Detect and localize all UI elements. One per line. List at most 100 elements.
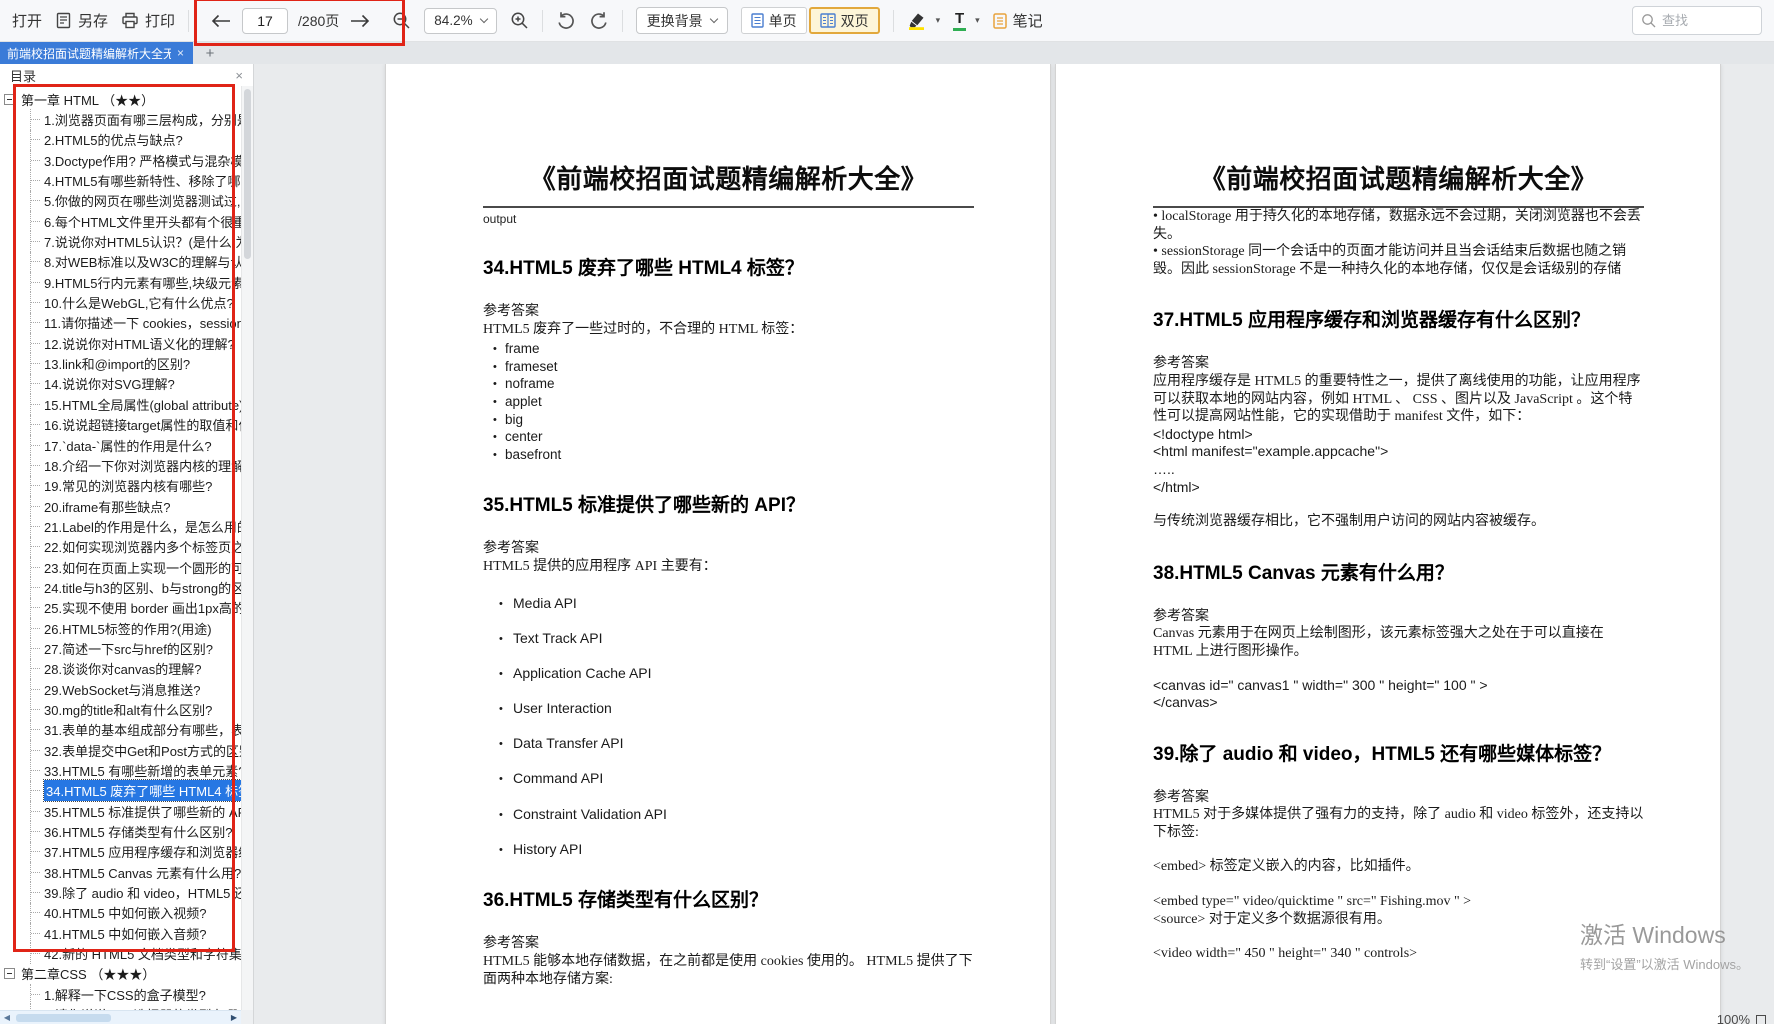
toc-item[interactable]: 26.HTML5标签的作用?(用途): [30, 618, 241, 638]
toc-item[interactable]: 25.实现不使用 border 画出1px高的线: [30, 598, 241, 618]
toc-item[interactable]: 38.HTML5 Canvas 元素有什么用?: [30, 862, 241, 882]
change-background-dropdown[interactable]: 更换背景: [636, 7, 728, 34]
toc-item[interactable]: 3.Doctype作用? 严格模式与混杂模式: [30, 150, 241, 170]
toc-label: 6.每个HTML文件里开头都有个很重要: [44, 212, 241, 231]
open-button[interactable]: 打开: [12, 10, 42, 31]
toc-item[interactable]: 32.表单提交中Get和Post方式的区别?: [30, 740, 241, 760]
notes-button[interactable]: 笔记: [993, 10, 1043, 31]
toc-item[interactable]: 42.新的 HTML5 文档类型和字符集是: [30, 943, 241, 963]
scroll-left-icon[interactable]: ◀: [0, 1013, 14, 1022]
toc-label: 39.除了 audio 和 video，HTML5 还: [44, 883, 241, 902]
toc-item[interactable]: 39.除了 audio 和 video，HTML5 还: [30, 882, 241, 902]
toc-item[interactable]: 31.表单的基本组成部分有哪些，表单的: [30, 720, 241, 740]
toc-label: 11.请你描述一下 cookies，sessionS: [44, 313, 241, 332]
toc-label: 36.HTML5 存储类型有什么区别?: [44, 822, 233, 841]
toc-item[interactable]: 7.说说你对HTML5认识？(是什么,为什: [30, 231, 241, 251]
dropdown-arrow-icon[interactable]: ▾: [975, 15, 980, 26]
toc-item[interactable]: 21.Label的作用是什么，是怎么用的?: [30, 516, 241, 536]
toc-item[interactable]: 23.如何在页面上实现一个圆形的可点: [30, 557, 241, 577]
toc-item[interactable]: 5.你做的网页在哪些浏览器测试过,这些: [30, 191, 241, 211]
toc-item[interactable]: 13.link和@import的区别?: [30, 353, 241, 373]
toc-item[interactable]: 1.解释一下CSS的盒子模型?: [30, 984, 241, 1004]
toc-item[interactable]: 9.HTML5行内元素有哪些,块级元素有哪: [30, 272, 241, 292]
toc-item[interactable]: 17.`data-`属性的作用是什么?: [30, 435, 241, 455]
code-line: …..: [1153, 461, 1644, 479]
search-box[interactable]: [1632, 6, 1762, 35]
toc-chapter[interactable]: 第二章CSS （★★★）: [0, 964, 241, 984]
save-as-button[interactable]: 另存: [55, 10, 108, 31]
toc-item[interactable]: 30.mg的title和alt有什么区别?: [30, 699, 241, 719]
collapse-toggle-icon[interactable]: [4, 968, 15, 979]
dropdown-arrow-icon[interactable]: ▾: [936, 15, 941, 26]
chevron-down-icon: [479, 14, 487, 22]
toc-item[interactable]: 4.HTML5有哪些新特性、移除了哪些元: [30, 170, 241, 190]
toc-item[interactable]: 22.如何实现浏览器内多个标签页之间的: [30, 537, 241, 557]
toc-horizontal-scrollbar[interactable]: ◀ ▶: [0, 1010, 241, 1024]
double-page-button[interactable]: 双页: [809, 7, 880, 34]
toc-item[interactable]: 14.说说你对SVG理解?: [30, 374, 241, 394]
collapse-toggle-icon[interactable]: [4, 94, 15, 105]
toc-close-icon[interactable]: ×: [235, 68, 243, 83]
toc-chapter[interactable]: 第一章 HTML （★★）: [0, 89, 241, 109]
toc-item[interactable]: 35.HTML5 标准提供了哪些新的 API?: [30, 801, 241, 821]
toc-item[interactable]: 16.说说超链接target属性的取值和作用: [30, 415, 241, 435]
toc-item[interactable]: 33.HTML5 有哪些新增的表单元素?: [30, 760, 241, 780]
toc-label: 18.介绍一下你对浏览器内核的理解?: [44, 456, 241, 475]
paragraph: 与传统浏览器缓存相比，它不强制用户访问的网站内容被缓存。: [1153, 513, 1644, 531]
toc-item[interactable]: 8.对WEB标准以及W3C的理解与认识?: [30, 252, 241, 272]
toc-item[interactable]: 28.谈谈你对canvas的理解?: [30, 659, 241, 679]
watermark-line2: 转到“设置”以激活 Windows。: [1580, 954, 1749, 973]
previous-page-button[interactable]: [210, 13, 232, 29]
print-button[interactable]: 打印: [121, 10, 175, 31]
bullet-item: frameset: [505, 358, 974, 376]
toc-item[interactable]: 11.请你描述一下 cookies，sessionS: [30, 313, 241, 333]
zoom-in-button[interactable]: [510, 11, 529, 30]
toc-label: 20.iframe有那些缺点?: [44, 497, 170, 516]
single-page-button[interactable]: 单页: [741, 7, 807, 34]
toc-item[interactable]: 1.浏览器页面有哪三层构成，分别是什: [30, 109, 241, 129]
tab-close-icon[interactable]: ×: [175, 46, 186, 60]
toc-label: 3.Doctype作用? 严格模式与混杂模式: [44, 151, 241, 170]
question-heading: 37.HTML5 应用程序缓存和浏览器缓存有什么区别？: [1153, 305, 1644, 332]
toc-item[interactable]: 24.title与h3的区别、b与strong的区别: [30, 577, 241, 597]
undo-button[interactable]: [556, 11, 576, 30]
windows-activation-watermark: 激活 Windows 转到“设置”以激活 Windows。: [1580, 916, 1749, 973]
highlighter-tool-button[interactable]: ▾: [907, 12, 941, 30]
watermark-line1: 激活 Windows: [1580, 916, 1749, 950]
zoom-level-dropdown[interactable]: 84.2%: [424, 8, 496, 34]
page-number-input[interactable]: [242, 8, 288, 34]
scroll-right-icon[interactable]: ▶: [227, 1013, 241, 1022]
toc-item[interactable]: 6.每个HTML文件里开头都有个很重要: [30, 211, 241, 231]
text-tool-button[interactable]: T ▾: [953, 11, 980, 31]
toc-vertical-scrollbar[interactable]: [241, 86, 253, 1010]
toc-item[interactable]: 40.HTML5 中如何嵌入视频?: [30, 903, 241, 923]
toc-item[interactable]: 37.HTML5 应用程序缓存和浏览器缓存: [30, 842, 241, 862]
new-tab-button[interactable]: +: [193, 42, 227, 64]
document-tab[interactable]: 前端校招面试题精编解析大全无 ×: [0, 42, 193, 64]
zoom-level-value: 84.2%: [434, 13, 472, 28]
redo-button[interactable]: [589, 11, 609, 30]
toc-item[interactable]: 20.iframe有那些缺点?: [30, 496, 241, 516]
zoom-out-button[interactable]: [392, 11, 411, 30]
toc-item[interactable]: 19.常见的浏览器内核有哪些?: [30, 476, 241, 496]
toc-label: 33.HTML5 有哪些新增的表单元素?: [44, 761, 241, 780]
toc-item[interactable]: 41.HTML5 中如何嵌入音频?: [30, 923, 241, 943]
search-input[interactable]: [1662, 13, 1748, 28]
toc-item[interactable]: 2.HTML5的优点与缺点?: [30, 130, 241, 150]
toc-item[interactable]: 10.什么是WebGL,它有什么优点?: [30, 292, 241, 312]
bullet-item: Command API: [513, 770, 974, 788]
toc-item[interactable]: 29.WebSocket与消息推送?: [30, 679, 241, 699]
toc-item[interactable]: 34.HTML5 废弃了哪些 HTML4 标签?: [30, 781, 241, 801]
scrollbar-thumb[interactable]: [244, 89, 251, 259]
toc-label: 17.`data-`属性的作用是什么?: [44, 436, 212, 455]
bullet-item: frame: [505, 340, 974, 358]
scrollbar-thumb[interactable]: [16, 1014, 111, 1022]
toc-item[interactable]: 15.HTML全局属性(global attribute)有: [30, 394, 241, 414]
toc-item[interactable]: 27.简述一下src与href的区别?: [30, 638, 241, 658]
next-page-button[interactable]: [349, 13, 371, 29]
toc-item[interactable]: 12.说说你对HTML语义化的理解?: [30, 333, 241, 353]
toc-item[interactable]: 18.介绍一下你对浏览器内核的理解?: [30, 455, 241, 475]
toc-item[interactable]: 36.HTML5 存储类型有什么区别?: [30, 821, 241, 841]
toc-label: 第一章 HTML （★★）: [21, 90, 154, 109]
toc-label: 1.解释一下CSS的盒子模型?: [44, 985, 206, 1004]
